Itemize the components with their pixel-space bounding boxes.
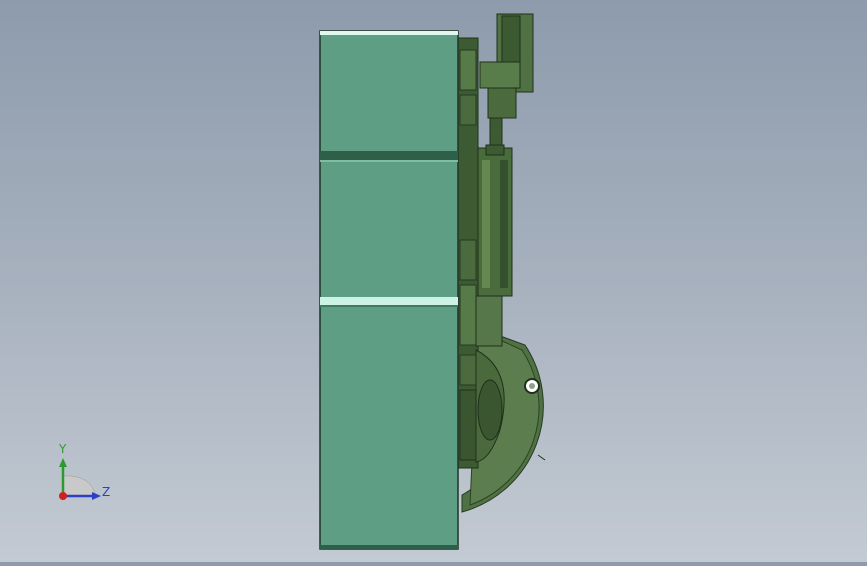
orientation-triad: Y Z bbox=[50, 440, 120, 510]
motor-cylinder bbox=[475, 144, 513, 347]
cad-viewport[interactable]: Y Z bbox=[0, 0, 867, 562]
triad-z-label: Z bbox=[102, 485, 111, 499]
triad-y-label: Y bbox=[59, 442, 67, 456]
front-panel bbox=[319, 30, 459, 550]
model-view bbox=[319, 13, 546, 550]
connector-housing bbox=[479, 13, 534, 149]
rear-bracket bbox=[457, 37, 479, 469]
